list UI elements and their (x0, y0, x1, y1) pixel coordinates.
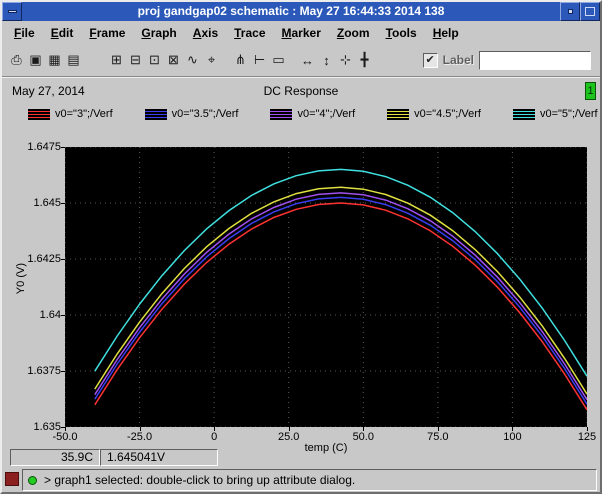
y-axis-title: Y0 (V) (15, 263, 27, 295)
maximize-icon (585, 7, 595, 16)
y-tickmark (61, 427, 65, 428)
vert-marker-icon[interactable]: ⋔ (231, 50, 250, 70)
menu-file[interactable]: File (6, 22, 43, 44)
graph-number-badge[interactable]: 1 (585, 82, 596, 100)
x-tickmark (214, 427, 216, 431)
y-tick-label: 1.6425 (27, 253, 61, 265)
legend-swatch-icon (270, 108, 293, 120)
y-tick-label: 1.635 (33, 421, 61, 433)
grid-display-icon[interactable]: ▦ (45, 50, 64, 70)
plot-canvas[interactable] (64, 146, 588, 428)
cursor-x-readout: 35.9C (10, 449, 100, 466)
cursor-y-readout: 1.645041V (100, 449, 218, 466)
menu-graph[interactable]: Graph (133, 22, 184, 44)
zoom-y-icon[interactable]: ↕ (317, 50, 336, 70)
subwindow-icon[interactable]: ⊞ (107, 50, 126, 70)
x-tickmark (587, 427, 588, 431)
label-control-group: ✔ Label (422, 50, 591, 70)
x-tickmark (139, 427, 141, 431)
legend-swatch-icon (28, 108, 50, 120)
window-menu-icon (7, 10, 17, 13)
delete-trace-icon[interactable]: ⊠ (164, 50, 183, 70)
x-tickmark (437, 427, 439, 431)
legend-label: v0="4.5";/Verf (414, 108, 481, 120)
legend-label: v0="3";/Verf (55, 108, 113, 120)
y-tick-label: 1.64 (39, 309, 61, 321)
waveform-plot (64, 146, 588, 428)
titlebar: proj gandgap02 schematic : May 27 16:44:… (2, 2, 600, 21)
x-tickmark (512, 427, 514, 431)
legend: v0="3";/Verf v0="3.5";/Verf v0="4";/Verf… (28, 106, 600, 122)
menubar: File Edit Frame Graph Axis Trace Marker … (2, 21, 600, 45)
menu-zoom[interactable]: Zoom (329, 22, 378, 44)
window-title: proj gandgap02 schematic : May 27 16:44:… (137, 4, 445, 18)
pan-icon[interactable]: ╋ (355, 50, 374, 70)
legend-item-v0-4-5[interactable]: v0="4.5";/Verf (387, 108, 481, 120)
x-tickmark (363, 427, 365, 431)
maximize-button[interactable] (580, 2, 600, 21)
menu-help[interactable]: Help (425, 22, 467, 44)
zoom-x-icon[interactable]: ↔ (298, 50, 317, 70)
legend-swatch-icon (512, 108, 535, 120)
panel-divider (2, 76, 600, 78)
menu-tools[interactable]: Tools (378, 22, 425, 44)
status-message: > graph1 selected: double-click to bring… (44, 473, 356, 487)
application-window: proj gandgap02 schematic : May 27 16:44:… (0, 0, 602, 494)
horiz-marker-icon[interactable]: ⊢ (250, 50, 269, 70)
overlay-icon[interactable]: ⊟ (126, 50, 145, 70)
menu-trace[interactable]: Trace (226, 22, 273, 44)
status-square-icon (5, 472, 19, 486)
minimize-icon (567, 9, 573, 14)
menu-frame[interactable]: Frame (81, 22, 133, 44)
snapshot-icon[interactable]: ▣ (26, 50, 45, 70)
legend-label: v0="3.5";/Verf (171, 108, 239, 120)
graph-header: May 27, 2014 DC Response 1 (2, 82, 600, 100)
status-dot-icon (28, 475, 37, 485)
x-tickmark (288, 427, 290, 431)
point-marker-icon[interactable]: ⌖ (202, 50, 221, 70)
minimize-button[interactable] (560, 2, 580, 21)
toolbar: ⎙ ▣ ▦ ▤ ⊞ ⊟ ⊡ ⊠ ∿ ⌖ ⋔ ⊢ ▭ ↔ ↕ ⊹ ╋ ✔ Labe… (2, 45, 600, 75)
window-menu-button[interactable] (2, 2, 22, 21)
composite-icon[interactable]: ⊡ (145, 50, 164, 70)
status-bar: > graph1 selected: double-click to bring… (22, 469, 597, 491)
x-tickmark (65, 427, 66, 431)
legend-item-v0-4[interactable]: v0="4";/Verf (270, 108, 355, 120)
label-checkbox-text: Label (442, 53, 474, 67)
y-tick-label: 1.6475 (27, 141, 61, 153)
legend-label: v0="5";/Verf (539, 108, 598, 120)
label-checkbox[interactable]: ✔ (422, 52, 438, 68)
menu-edit[interactable]: Edit (43, 22, 82, 44)
legend-item-v0-3-5[interactable]: v0="3.5";/Verf (144, 108, 239, 120)
zoom-fit-icon[interactable]: ▭ (269, 50, 288, 70)
legend-item-v0-5[interactable]: v0="5";/Verf (512, 108, 598, 120)
legend-label: v0="4";/Verf (297, 108, 356, 120)
slope-marker-icon[interactable]: ∿ (183, 50, 202, 70)
legend-item-v0-3[interactable]: v0="3";/Verf (28, 108, 113, 120)
y-tick-label: 1.645 (33, 197, 61, 209)
y-tick-label: 1.6375 (27, 365, 61, 377)
legend-swatch-icon (144, 108, 167, 120)
zoom-in-icon[interactable]: ⊹ (336, 50, 355, 70)
menu-axis[interactable]: Axis (185, 22, 226, 44)
print-icon[interactable]: ⎙ (7, 50, 26, 70)
graph-title: DC Response (263, 84, 339, 98)
menu-marker[interactable]: Marker (274, 22, 329, 44)
strip-mode-icon[interactable]: ▤ (64, 50, 83, 70)
legend-swatch-icon (387, 108, 410, 120)
label-input[interactable] (479, 50, 591, 70)
